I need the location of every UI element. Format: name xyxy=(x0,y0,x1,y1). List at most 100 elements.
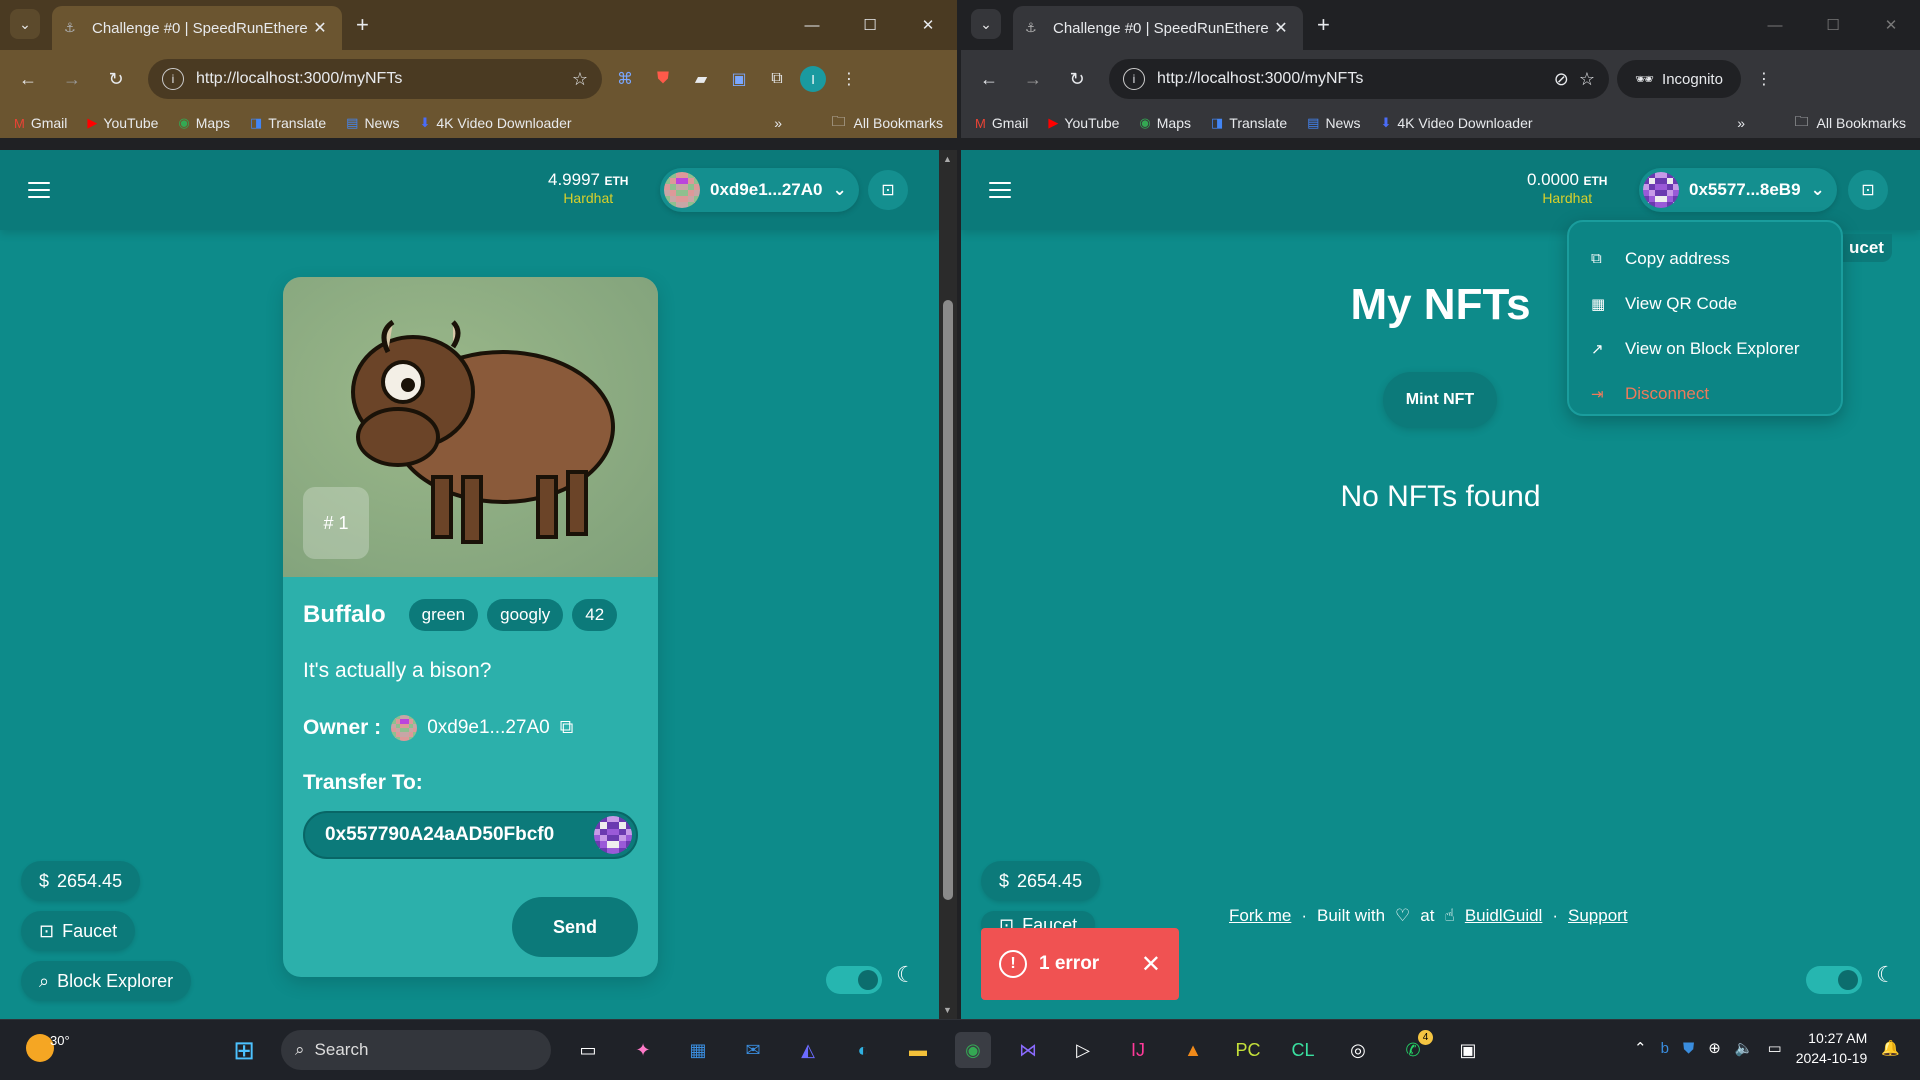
eye-off-icon[interactable]: ⊘ xyxy=(1554,69,1569,90)
reload-button[interactable]: ↻ xyxy=(1059,61,1095,97)
forward-button[interactable]: → xyxy=(1015,61,1051,97)
bookmarks-overflow-icon[interactable]: » xyxy=(774,115,782,131)
bookmark-translate[interactable]: ◨ Translate xyxy=(250,115,326,131)
bookmark-star-icon[interactable]: ☆ xyxy=(572,69,588,90)
faucet-button-partial[interactable]: ucet xyxy=(1841,234,1892,262)
intellij-icon[interactable]: IJ xyxy=(1120,1032,1156,1068)
faucet-icon-button[interactable]: ⊡ xyxy=(868,170,908,210)
forward-button[interactable]: → xyxy=(54,61,90,97)
send-button[interactable]: Send xyxy=(512,897,638,957)
scrollbar-thumb[interactable] xyxy=(943,300,953,900)
site-info-icon[interactable]: i xyxy=(1123,68,1145,90)
extensions-puzzle-icon[interactable]: ⧉ xyxy=(762,64,792,94)
theme-toggle[interactable] xyxy=(826,966,882,994)
menu-icon[interactable] xyxy=(28,182,50,198)
browser-menu-icon[interactable]: ⋮ xyxy=(834,64,864,94)
translate-extension-icon[interactable]: ⌘ xyxy=(610,64,640,94)
close-icon[interactable]: ✕ xyxy=(1141,950,1161,979)
clion-icon[interactable]: CL xyxy=(1285,1032,1321,1068)
tab-search-button[interactable]: ⌄ xyxy=(971,9,1001,39)
fork-me-link[interactable]: Fork me xyxy=(1229,906,1291,926)
edge-icon[interactable]: ◐ xyxy=(845,1032,881,1068)
bookmark-gmail[interactable]: M Gmail xyxy=(975,115,1028,131)
copy-address-item[interactable]: ⧉ Copy address xyxy=(1591,236,1819,281)
terminal-icon[interactable]: ▣ xyxy=(1450,1032,1486,1068)
visual-studio-icon[interactable]: ⋈ xyxy=(1010,1032,1046,1068)
profile-avatar[interactable]: I xyxy=(800,66,826,92)
app-icon[interactable]: ◭ xyxy=(790,1032,826,1068)
shield-icon[interactable]: ⛊ xyxy=(1683,1040,1694,1057)
vlc-icon[interactable]: ▲ xyxy=(1175,1032,1211,1068)
calendar-icon[interactable]: ▦ xyxy=(680,1032,716,1068)
page-scrollbar[interactable]: ▲ ▼ xyxy=(939,150,957,1019)
view-block-explorer-item[interactable]: ↗ View on Block Explorer xyxy=(1591,326,1819,371)
bell-icon[interactable]: 🔔 xyxy=(1881,1039,1900,1057)
back-button[interactable]: ← xyxy=(971,61,1007,97)
disconnect-item[interactable]: ⇥ Disconnect xyxy=(1591,371,1819,416)
browser-menu-icon[interactable]: ⋮ xyxy=(1749,64,1779,94)
site-info-icon[interactable]: i xyxy=(162,68,184,90)
faucet-icon-button[interactable]: ⊡ xyxy=(1848,170,1888,210)
extension-icon[interactable]: ▰ xyxy=(686,64,716,94)
chrome-icon[interactable]: ◉ xyxy=(955,1032,991,1068)
bookmark-maps[interactable]: ◉ Maps xyxy=(1139,115,1191,131)
address-bar[interactable]: i http://localhost:3000/myNFTs ⊘ ☆ xyxy=(1109,59,1609,99)
pycharm-icon[interactable]: PC xyxy=(1230,1032,1266,1068)
block-explorer-button[interactable]: ⌕ Block Explorer xyxy=(21,961,192,1001)
bookmark-translate[interactable]: ◨ Translate xyxy=(1211,115,1287,131)
close-tab-icon[interactable]: ✕ xyxy=(1271,18,1291,38)
bing-icon[interactable]: b xyxy=(1661,1040,1669,1057)
scroll-up-icon[interactable]: ▲ xyxy=(943,154,952,164)
bookmark-news[interactable]: ▤ News xyxy=(346,115,399,131)
all-bookmarks-button[interactable]: 🗀 All Bookmarks xyxy=(1795,111,1906,135)
account-button[interactable]: 0xd9e1...27A0 ⌄ xyxy=(660,168,859,212)
view-qr-code-item[interactable]: ▦ View QR Code xyxy=(1591,281,1819,326)
clock[interactable]: 10:27 AM 2024-10-19 xyxy=(1796,1028,1868,1068)
ublock-extension-icon[interactable]: ⛊ xyxy=(648,64,678,94)
tab-search-button[interactable]: ⌄ xyxy=(10,9,40,39)
whatsapp-icon[interactable]: ✆ 4 xyxy=(1395,1030,1433,1068)
bookmark-4k-video[interactable]: ⬇ 4K Video Downloader xyxy=(419,115,571,131)
menu-icon[interactable] xyxy=(989,182,1011,198)
maximize-button[interactable]: ☐ xyxy=(841,0,899,50)
new-tab-button[interactable]: + xyxy=(356,12,369,38)
close-window-button[interactable]: ✕ xyxy=(899,0,957,50)
bookmark-star-icon[interactable]: ☆ xyxy=(1579,69,1595,90)
bookmark-news[interactable]: ▤ News xyxy=(1307,115,1360,131)
bookmark-gmail[interactable]: M Gmail xyxy=(14,115,67,131)
volume-icon[interactable]: 🔈 xyxy=(1735,1039,1754,1057)
mint-nft-button[interactable]: Mint NFT xyxy=(1383,372,1497,428)
screenshot-extension-icon[interactable]: ▣ xyxy=(724,64,754,94)
weather-widget[interactable]: 30° xyxy=(26,1033,70,1062)
browser-tab[interactable]: ⚓ Challenge #0 | SpeedRunEthere ✕ xyxy=(52,6,342,50)
file-explorer-icon[interactable]: ▬ xyxy=(900,1032,936,1068)
back-button[interactable]: ← xyxy=(10,61,46,97)
address-bar[interactable]: i http://localhost:3000/myNFTs ☆ xyxy=(148,59,602,99)
scroll-down-icon[interactable]: ▼ xyxy=(943,1005,952,1015)
incognito-indicator[interactable]: 🕶 Incognito xyxy=(1617,60,1741,98)
start-icon[interactable]: ⊞ xyxy=(226,1032,262,1068)
support-link[interactable]: Support xyxy=(1568,906,1628,926)
error-toast[interactable]: ! 1 error ✕ xyxy=(981,928,1179,1000)
task-view-icon[interactable]: ▭ xyxy=(570,1032,606,1068)
browser-tab[interactable]: ⚓ Challenge #0 | SpeedRunEthere ✕ xyxy=(1013,6,1303,50)
copy-icon[interactable]: ⧉ xyxy=(560,717,574,739)
faucet-button[interactable]: ⊡ Faucet xyxy=(21,911,136,951)
reload-button[interactable]: ↻ xyxy=(98,61,134,97)
new-tab-button[interactable]: + xyxy=(1317,12,1330,38)
bookmark-4k-video[interactable]: ⬇ 4K Video Downloader xyxy=(1380,115,1532,131)
close-tab-icon[interactable]: ✕ xyxy=(310,18,330,38)
chevron-up-icon[interactable]: ⌃ xyxy=(1634,1039,1647,1057)
all-bookmarks-button[interactable]: 🗀 All Bookmarks xyxy=(832,111,943,135)
copilot-icon[interactable]: ✦ xyxy=(625,1032,661,1068)
obs-icon[interactable]: ◎ xyxy=(1340,1032,1376,1068)
transfer-address-input[interactable]: 0x557790A24aAD50Fbcf0 xyxy=(303,811,638,859)
bookmark-youtube[interactable]: ▶ YouTube xyxy=(1048,115,1119,131)
minimize-button[interactable]: — xyxy=(1746,0,1804,50)
bookmark-maps[interactable]: ◉ Maps xyxy=(178,115,230,131)
bookmarks-overflow-icon[interactable]: » xyxy=(1737,115,1745,131)
mail-icon[interactable]: ✉ xyxy=(735,1032,771,1068)
media-player-icon[interactable]: ▷ xyxy=(1065,1032,1101,1068)
language-icon[interactable]: ⊕ xyxy=(1708,1039,1721,1057)
battery-icon[interactable]: ▭ xyxy=(1768,1039,1782,1057)
